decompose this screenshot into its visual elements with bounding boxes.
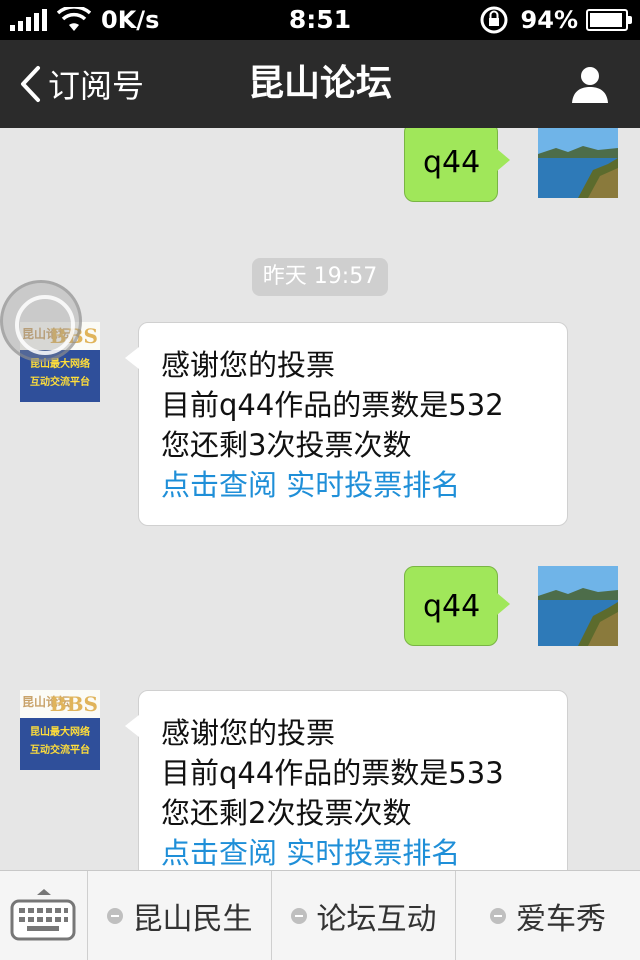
message-line: 您还剩3次投票次数 [161,428,412,462]
incoming-message[interactable]: 感谢您的投票 目前q44作品的票数是533 您还剩2次投票次数 点击查阅 实时投… [125,690,568,870]
status-right: 94% [479,4,632,36]
message-line: 目前q44作品的票数是532 [161,388,504,422]
logo-bbs-text: BBS [49,692,98,716]
nav-bar: 订阅号 昆山论坛 [0,40,640,128]
timestamp: 昨天 19:57 [252,258,388,296]
logo-slogan-1: 昆山最大网络 [30,727,90,738]
battery-percent: 94% [520,6,578,34]
account-avatar[interactable]: 昆山论坛 BBS 昆山最大网络 互动交流平台 [20,690,100,770]
my-avatar[interactable] [538,128,618,198]
menu-dot-icon [290,908,307,924]
assistive-touch-button[interactable] [0,280,82,362]
message-line: 您还剩2次投票次数 [161,796,412,830]
bbs-logo: 昆山论坛 BBS 昆山最大网络 互动交流平台 [20,690,100,770]
menu-item-forum-interaction[interactable]: 论坛互动 [272,871,456,960]
message-text: q44 [423,588,481,624]
menu-item-label: 昆山民生 [132,902,253,937]
outgoing-message[interactable]: q44 [404,128,510,202]
landscape-photo-avatar [538,566,618,646]
logo-slogan-2: 互动交流平台 [30,745,90,756]
battery-fill [590,13,622,27]
person-icon[interactable] [570,64,610,104]
menu-item-label: 爱车秀 [516,902,606,937]
menu-item-car-show[interactable]: 爱车秀 [456,871,640,960]
rotation-lock-icon [480,6,508,34]
keyboard-icon [10,889,76,941]
battery-icon [586,9,632,31]
view-link[interactable]: 点击查阅 [161,836,277,870]
landscape-photo-avatar [538,128,618,198]
bottom-menu: 昆山民生 论坛互动 爱车秀 [0,870,640,960]
message-line: 感谢您的投票 [161,348,336,382]
view-link[interactable]: 点击查阅 [161,468,277,502]
ranking-link[interactable]: 实时投票排名 [286,836,460,870]
incoming-message[interactable]: 感谢您的投票 目前q44作品的票数是532 您还剩3次投票次数 点击查阅 实时投… [125,322,568,526]
status-bar: 0K/s 8:51 94% [0,0,640,40]
menu-item-kunshan-minsheng[interactable]: 昆山民生 [88,871,272,960]
page-title: 昆山论坛 [247,63,392,104]
menu-item-label: 论坛互动 [316,902,437,937]
logo-slogan-2: 互动交流平台 [30,377,90,388]
menu-dot-icon [106,908,123,924]
menu-dot-icon [490,908,506,924]
ranking-link[interactable]: 实时投票排名 [286,468,460,502]
message-text: q44 [423,144,481,180]
outgoing-message[interactable]: q44 [404,566,510,646]
message-line: 感谢您的投票 [161,716,336,750]
chat-area[interactable]: q44 昨天 19:57 昆山论坛 BBS 昆山最大网络 互动交流平台 感谢您的… [0,128,640,870]
my-avatar[interactable] [538,566,618,646]
message-line: 目前q44作品的票数是533 [161,756,504,790]
keyboard-toggle-button[interactable] [0,871,88,960]
